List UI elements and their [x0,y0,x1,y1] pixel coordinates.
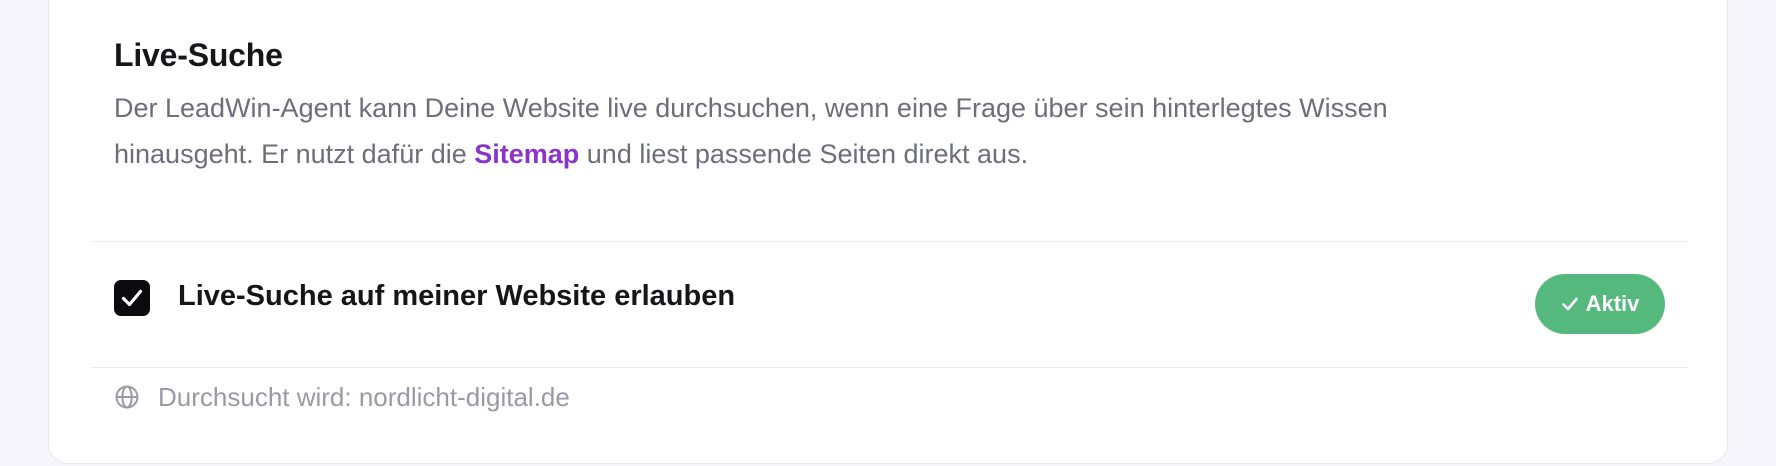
search-domain-text: Durchsucht wird: nordlicht-digital.de [158,381,570,412]
section-description: Der LeadWin-Agent kann Deine Website liv… [114,85,1534,177]
search-domain-info: Durchsucht wird: nordlicht-digital.de [114,377,570,417]
section-title: Live-Suche [114,37,283,73]
check-icon [1561,297,1578,311]
globe-icon [115,385,139,409]
status-label: Aktiv [1585,291,1640,316]
live-search-label[interactable]: Live-Suche auf meiner Website erlauben [178,280,735,313]
divider [91,367,1688,368]
description-text-after: und liest passende Seiten direkt aus. [579,139,1029,169]
live-search-checkbox[interactable] [114,280,150,316]
live-search-card: Live-Suche Der LeadWin-Agent kann Deine … [48,0,1728,464]
status-badge: Aktiv [1535,274,1665,334]
sitemap-link[interactable]: Sitemap [474,139,579,169]
live-search-toggle-row: Live-Suche auf meiner Website erlauben A… [114,241,1690,367]
checkmark-icon [121,289,143,307]
